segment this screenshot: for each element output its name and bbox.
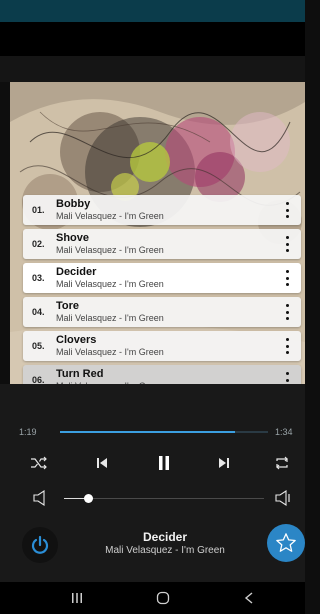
more-options-icon[interactable] bbox=[280, 338, 294, 354]
recents-icon[interactable] bbox=[62, 582, 92, 614]
track-subtitle: Mali Velasquez - I'm Green bbox=[56, 279, 164, 289]
track-number: 01. bbox=[32, 205, 45, 215]
home-icon[interactable] bbox=[148, 582, 178, 614]
now-playing-subtitle: Mali Velasquez - I'm Green bbox=[105, 545, 225, 556]
volume-high-icon[interactable] bbox=[272, 488, 294, 508]
shuffle-icon[interactable] bbox=[28, 454, 50, 472]
total-time: 1:34 bbox=[275, 427, 293, 437]
track-subtitle: Mali Velasquez - I'm Green bbox=[56, 313, 164, 323]
repeat-icon[interactable] bbox=[271, 454, 293, 472]
track-number: 05. bbox=[32, 341, 45, 351]
track-title: Tore bbox=[56, 300, 80, 312]
track-number: 04. bbox=[32, 307, 45, 317]
skip-next-icon[interactable] bbox=[214, 454, 234, 472]
volume-low-icon[interactable] bbox=[29, 488, 49, 508]
track-title: Shove bbox=[56, 232, 90, 244]
volume-knob[interactable] bbox=[84, 494, 93, 503]
track-title: Clovers bbox=[56, 334, 97, 346]
playlist: 01. Bobby Mali Velasquez - I'm Green 02.… bbox=[23, 195, 301, 399]
seek-progress bbox=[60, 431, 235, 433]
track-title: Turn Red bbox=[56, 368, 104, 380]
track-subtitle: Mali Velasquez - I'm Green bbox=[56, 211, 164, 221]
back-icon[interactable] bbox=[234, 582, 264, 614]
track-title: Decider bbox=[56, 266, 97, 278]
track-subtitle: Mali Velasquez - I'm Green bbox=[56, 245, 164, 255]
more-options-icon[interactable] bbox=[280, 202, 294, 218]
track-row[interactable]: 02. Shove Mali Velasquez - I'm Green bbox=[23, 229, 301, 259]
elapsed-time: 1:19 bbox=[19, 427, 37, 437]
track-subtitle: Mali Velasquez - I'm Green bbox=[56, 347, 164, 357]
favorite-star-icon[interactable] bbox=[267, 524, 305, 562]
track-row[interactable]: 04. Tore Mali Velasquez - I'm Green bbox=[23, 297, 301, 327]
track-row[interactable]: 01. Bobby Mali Velasquez - I'm Green bbox=[23, 195, 301, 225]
more-options-icon[interactable] bbox=[280, 270, 294, 286]
track-number: 03. bbox=[32, 273, 45, 283]
track-row[interactable]: 05. Clovers Mali Velasquez - I'm Green bbox=[23, 331, 301, 361]
track-row-current[interactable]: 03. Decider Mali Velasquez - I'm Green bbox=[23, 263, 301, 293]
now-playing-title: Decider bbox=[142, 530, 188, 544]
pause-icon[interactable] bbox=[152, 451, 176, 475]
seek-bar[interactable] bbox=[60, 431, 268, 433]
status-bar bbox=[0, 0, 305, 22]
more-options-icon[interactable] bbox=[280, 304, 294, 320]
skip-previous-icon[interactable] bbox=[92, 454, 112, 472]
track-title: Bobby bbox=[56, 198, 91, 210]
volume-slider[interactable] bbox=[64, 494, 264, 503]
top-bar bbox=[0, 22, 305, 56]
header-band bbox=[0, 56, 305, 82]
more-options-icon[interactable] bbox=[280, 236, 294, 252]
track-number: 02. bbox=[32, 239, 45, 249]
power-icon[interactable] bbox=[22, 527, 58, 563]
